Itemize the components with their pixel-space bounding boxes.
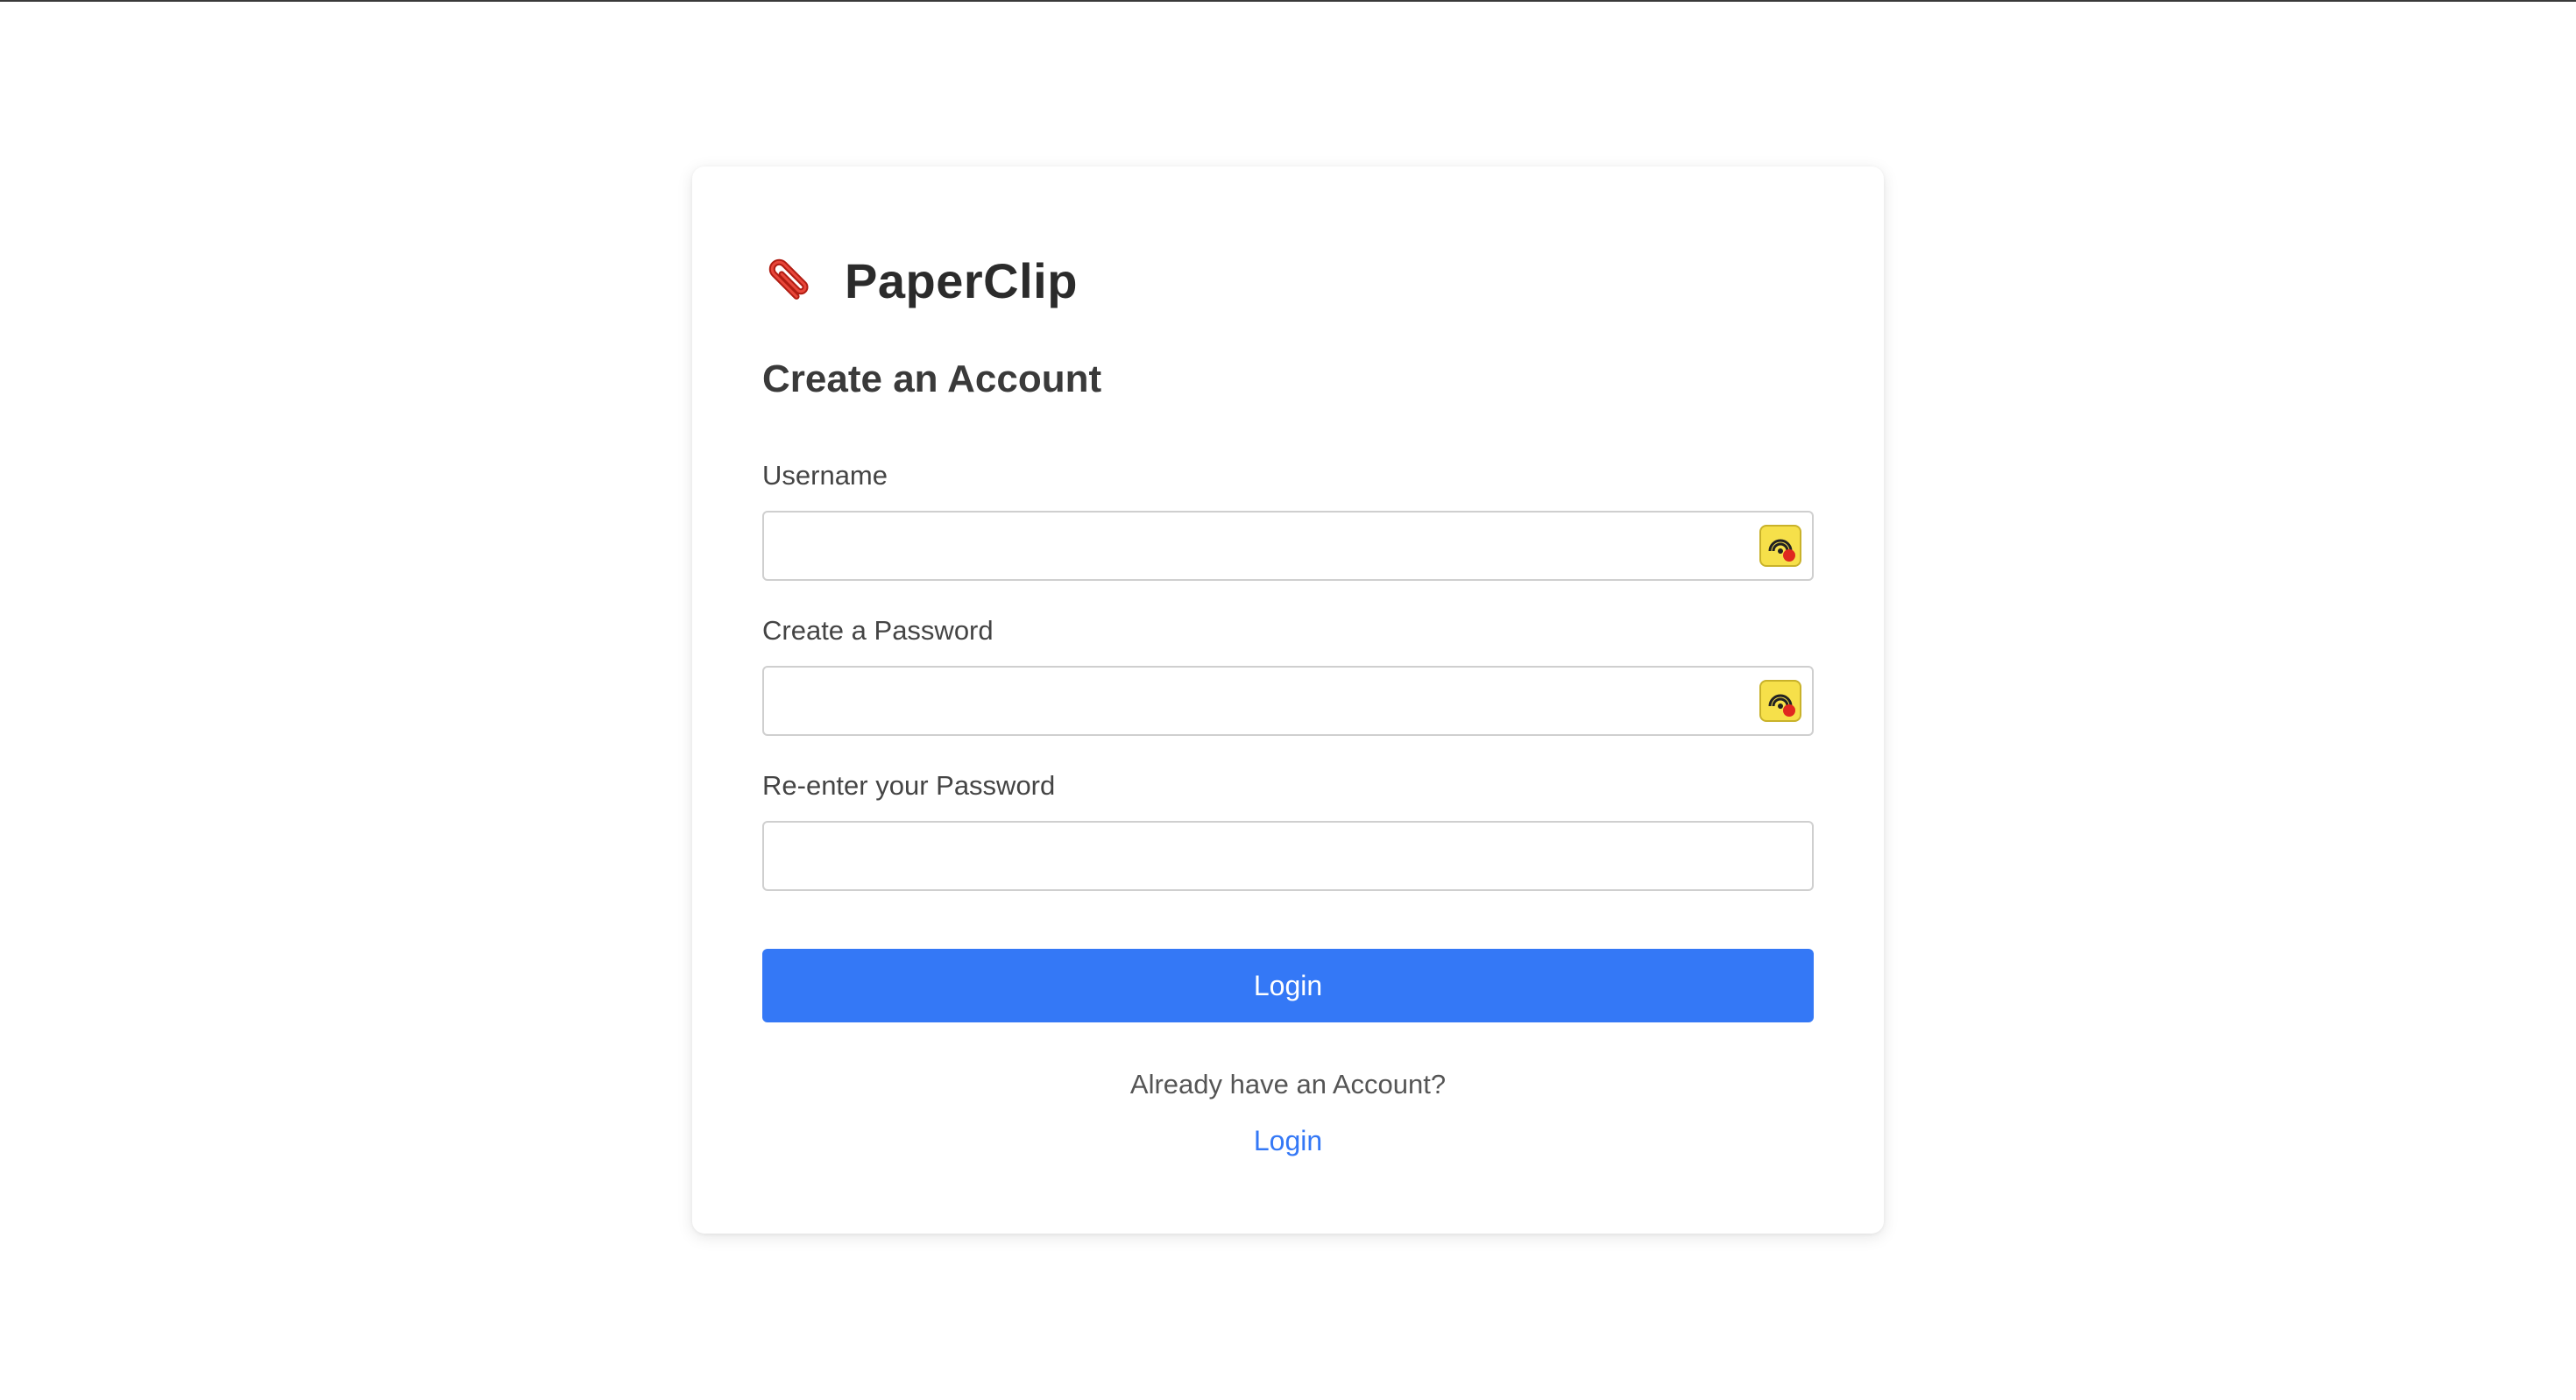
password-input[interactable]: [762, 666, 1814, 736]
login-link[interactable]: Login: [692, 1125, 1884, 1157]
paperclip-icon: [762, 252, 818, 308]
signup-card: PaperClip Create an Account Username Cre…: [692, 166, 1884, 1234]
brand: PaperClip: [762, 245, 1078, 315]
brand-name: PaperClip: [845, 252, 1078, 308]
account-prompt: Already have an Account?: [1129, 1069, 1447, 1099]
username-input[interactable]: [762, 511, 1814, 581]
password-manager-icon[interactable]: [1759, 525, 1801, 567]
password-manager-icon[interactable]: [1759, 680, 1801, 722]
top-border: [0, 0, 2576, 2]
page-title: Create an Account: [762, 357, 1102, 400]
password-label: Create a Password: [762, 615, 994, 646]
username-label: Username: [762, 460, 888, 491]
confirm-password-label: Re-enter your Password: [762, 770, 1056, 801]
login-button[interactable]: Login: [762, 949, 1814, 1022]
confirm-password-input[interactable]: [762, 821, 1814, 891]
